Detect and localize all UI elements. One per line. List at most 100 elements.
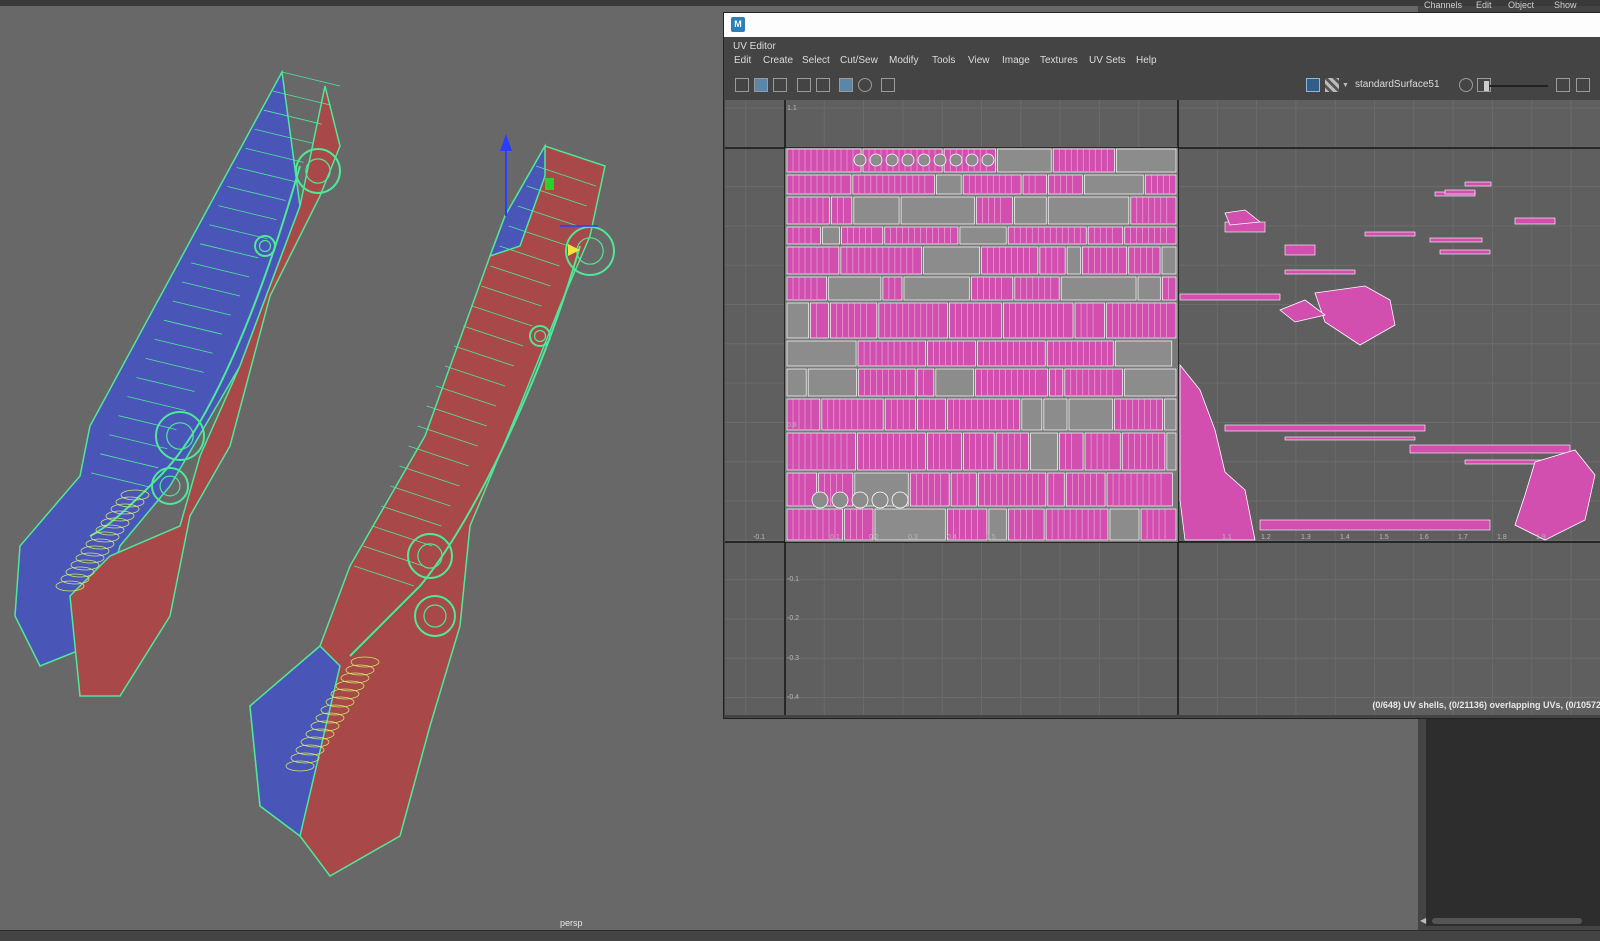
uv-shell: [903, 276, 970, 301]
horizontal-scrollbar[interactable]: [1432, 918, 1582, 924]
uv-shell: [1066, 246, 1081, 275]
checker-map-icon[interactable]: [1325, 78, 1339, 92]
uv-circle-shell: [885, 153, 899, 167]
uv-axis-label-x: 1.7: [1458, 534, 1468, 541]
color-channel-icon[interactable]: [1459, 78, 1473, 92]
maya-app-icon: M: [731, 17, 745, 32]
uv-shell: [1084, 432, 1121, 471]
camera-label: persp: [560, 918, 583, 928]
shader-selector[interactable]: standardSurface51: [1355, 79, 1440, 90]
uv-axis-label-x: 1.3: [1301, 534, 1311, 541]
uv-shell: [1022, 174, 1047, 195]
time-slider[interactable]: [0, 930, 1600, 941]
uv-shell: [995, 432, 1029, 471]
uv-circle-shell: [811, 491, 829, 509]
menu-select[interactable]: Select: [802, 55, 830, 66]
uv-toolkit-icon[interactable]: [735, 78, 749, 92]
uv-shell-outside: [1464, 181, 1492, 187]
uv-shell: [786, 246, 840, 275]
uv-shell: [1124, 226, 1177, 245]
menu-uv-sets[interactable]: UV Sets: [1089, 55, 1126, 66]
image-display-icon[interactable]: [754, 78, 768, 92]
channel-box-menu-channels[interactable]: Channels: [1424, 0, 1462, 10]
uv-shell: [884, 398, 916, 431]
texture-borders-icon[interactable]: [858, 78, 872, 92]
uv-circle-shell: [917, 153, 931, 167]
uv-shell: [1064, 368, 1123, 397]
uv-shell: [1128, 246, 1161, 275]
uv-shell: [830, 196, 853, 225]
uv-shell: [917, 398, 947, 431]
uv-shell: [1082, 246, 1128, 275]
uv-canvas[interactable]: -0.1 0.1 0.2 0.3 0.4 0.5 1.1 1.2 1.3 1.4 1.5 1.6 1.7…: [725, 100, 1600, 715]
slider-thumb[interactable]: [1484, 81, 1489, 91]
menu-cut-sew[interactable]: Cut/Sew: [840, 55, 878, 66]
uv-shell: [926, 432, 962, 471]
uv-shell: [1059, 432, 1084, 471]
exposure-slider[interactable]: [1484, 81, 1548, 91]
channel-box-menu-object[interactable]: Object: [1508, 0, 1534, 10]
uv-shell: [1007, 226, 1087, 245]
channel-box-menu-show[interactable]: Show: [1554, 0, 1577, 10]
uv-shell-outside: [1284, 269, 1356, 275]
menu-modify[interactable]: Modify: [889, 55, 918, 66]
frame-all-icon[interactable]: [1556, 78, 1570, 92]
uv-axis-label-x: 1.4: [1340, 534, 1350, 541]
uv-shell: [1002, 302, 1074, 339]
image-toggle-icon[interactable]: [1306, 78, 1320, 92]
uv-editor-window: M UV Editor Edit Create Select Cut/Sew M…: [723, 12, 1600, 719]
uv-shell: [963, 432, 995, 471]
dim-image-icon[interactable]: [773, 78, 787, 92]
uv-shell: [1116, 148, 1177, 173]
uv-shell: [786, 226, 821, 245]
uv-circle-shell: [871, 491, 889, 509]
uv-shell-outside: [1224, 424, 1426, 432]
uv-axis-label-x: 0.1: [830, 534, 840, 541]
pixel-snap-icon[interactable]: [816, 78, 830, 92]
uv-shell: [1164, 398, 1177, 431]
uv-shell: [830, 302, 878, 339]
snapshot-icon[interactable]: [881, 78, 895, 92]
menu-tools[interactable]: Tools: [932, 55, 955, 66]
grid-display-icon[interactable]: [797, 78, 811, 92]
menu-view[interactable]: View: [968, 55, 990, 66]
channel-box-menu-edit[interactable]: Edit: [1476, 0, 1492, 10]
uv-shell: [786, 174, 852, 195]
dropdown-arrow-icon[interactable]: ▼: [1342, 82, 1349, 89]
uv-shell-small: [1224, 209, 1262, 226]
uv-shell: [807, 368, 857, 397]
uv-shell: [882, 276, 903, 301]
uv-shell: [1166, 432, 1177, 471]
window-titlebar[interactable]: M: [724, 13, 1600, 37]
uv-shell-outside: [1429, 237, 1483, 243]
uv-shell: [1021, 398, 1043, 431]
menu-textures[interactable]: Textures: [1040, 55, 1078, 66]
uv-shell: [1045, 508, 1109, 541]
uv-shell: [1052, 148, 1115, 173]
uv-shell: [916, 368, 935, 397]
scroll-left-icon[interactable]: ◀: [1420, 916, 1426, 925]
uv-shell: [821, 398, 884, 431]
frame-selected-icon[interactable]: [1576, 78, 1590, 92]
menu-edit[interactable]: Edit: [734, 55, 751, 66]
uv-layout-graph[interactable]: -0.1 0.1 0.2 0.3 0.4 0.5 1.1 1.2 1.3 1.4 1.5 1.6 1.7…: [725, 100, 1600, 715]
uv-editor-menubar: Edit Create Select Cut/Sew Modify Tools …: [724, 55, 1600, 71]
uv-shell: [1087, 226, 1124, 245]
menu-create[interactable]: Create: [763, 55, 793, 66]
uv-circle-shell: [933, 153, 947, 167]
left-wire-edge: [281, 71, 341, 87]
menu-image[interactable]: Image: [1002, 55, 1030, 66]
uv-shell: [1047, 472, 1065, 507]
uv-shell: [949, 302, 1002, 339]
uv-axis-label-y: -0.3: [787, 655, 799, 662]
shaded-uv-icon[interactable]: [839, 78, 853, 92]
uv-shell: [900, 196, 975, 225]
menu-help[interactable]: Help: [1136, 55, 1157, 66]
uv-axis-label-x: 1.9: [1536, 534, 1546, 541]
uv-shell-outside: [1364, 231, 1416, 237]
uv-shell: [1137, 276, 1161, 301]
uv-circle-shell: [853, 153, 867, 167]
uv-circle-shell: [901, 153, 915, 167]
uv-shell: [857, 340, 926, 367]
uv-shell: [1049, 368, 1064, 397]
